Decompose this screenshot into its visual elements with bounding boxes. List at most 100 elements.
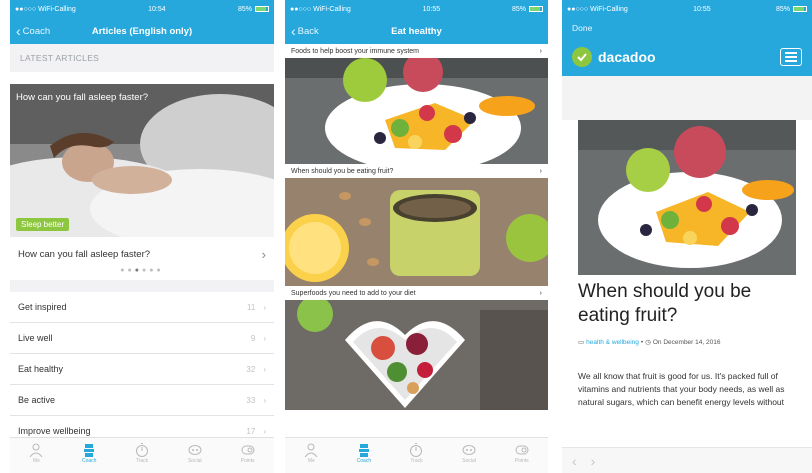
page-title: Eat healthy [391, 25, 442, 37]
coach-icon [358, 444, 369, 457]
battery-fill [529, 7, 541, 11]
article-hero-image [578, 120, 796, 275]
back-label: Back [297, 25, 319, 37]
points-icon [241, 445, 255, 455]
brand-name: dacadoo [598, 49, 656, 65]
tab-label: Track [135, 458, 149, 464]
eat-healthy-screen: ●●○○○ WiFi-Calling 10:55 85% ‹ Back Eat h… [285, 0, 548, 473]
category-label: Be active [18, 395, 56, 405]
category-row[interactable]: Eat healthy 32 › [10, 354, 274, 385]
folder-icon: ▭ [578, 339, 585, 346]
forward-arrow-icon[interactable]: › [591, 453, 596, 469]
article-body: We all know that fruit is good for us. I… [578, 371, 785, 407]
tab-points[interactable]: Points [502, 442, 542, 464]
carrier-label: ●●○○○ WiFi-Calling [290, 5, 351, 13]
check-icon [577, 53, 587, 62]
category-row[interactable]: Live well 9 › [10, 323, 274, 354]
category-label: Get inspired [18, 302, 67, 312]
clock: 10:55 [422, 5, 441, 13]
tab-label: Social [462, 458, 476, 464]
hamburger-menu-icon[interactable] [780, 48, 802, 66]
battery-fill [255, 7, 267, 11]
tab-bar: Me Coach Track Social Points [10, 437, 274, 473]
divider [10, 280, 274, 292]
chevron-right-icon: › [263, 333, 266, 343]
article-title-row: When should you be eating fruit? › [285, 164, 548, 178]
tab-track[interactable]: Track [122, 442, 162, 464]
article-item[interactable]: Foods to help boost your immune system › [285, 44, 548, 164]
category-count: 17 [246, 426, 256, 436]
brand-logo[interactable]: dacadoo [572, 47, 656, 67]
tab-track[interactable]: Track [396, 442, 436, 464]
person-icon [29, 443, 43, 458]
done-button[interactable]: Done [562, 18, 812, 38]
nav-bar: ‹ Coach Articles (English only) [10, 18, 274, 44]
tab-social[interactable]: Social [175, 442, 215, 464]
article-item[interactable]: When should you be eating fruit? › [285, 164, 548, 286]
battery-percent: 85% [511, 5, 526, 13]
tab-label: Points [240, 458, 255, 464]
checkmark-heart-icon [572, 47, 592, 67]
article-meta: ▭ health & wellbeing • ◷ On December 14,… [578, 338, 721, 347]
chevron-right-icon: › [261, 246, 266, 262]
category-link[interactable]: health & wellbeing [586, 339, 639, 346]
section-label: LATEST ARTICLES [10, 44, 274, 72]
category-count: 11 [247, 302, 256, 312]
carousel-dots[interactable]: ●●●●●● [10, 267, 274, 274]
browser-toolbar: ‹ › [562, 447, 812, 473]
article-item[interactable]: Superfoods you need to add to your diet … [285, 286, 548, 410]
tab-coach[interactable]: Coach [69, 442, 109, 464]
back-button[interactable]: ‹ Coach [16, 24, 50, 38]
battery-fill [793, 7, 805, 11]
article-title: When should you be eating fruit? [578, 281, 752, 326]
category-list: Get inspired 11 › Live well 9 › Eat health… [10, 292, 274, 447]
fruit-plate-image [578, 120, 796, 275]
social-icon [188, 445, 202, 455]
tab-coach[interactable]: Coach [344, 442, 384, 464]
tab-label: Social [187, 458, 202, 464]
category-row[interactable]: Be active 33 › [10, 385, 274, 416]
chevron-right-icon: › [263, 364, 266, 374]
heart-bowl-image [285, 300, 548, 410]
tab-points[interactable]: Points [228, 442, 268, 464]
category-label: Improve wellbeing [18, 426, 91, 436]
status-bar: ●●○○○ WiFi-Calling 10:55 85% [562, 0, 812, 18]
chevron-right-icon: › [263, 302, 266, 312]
social-icon [462, 445, 476, 455]
category-row[interactable]: Get inspired 11 › [10, 292, 274, 323]
clock: 10:55 [693, 5, 711, 13]
category-count: 33 [246, 395, 256, 405]
featured-article-card[interactable]: How can you fall asleep faster? Sleep be… [10, 84, 274, 237]
tab-me[interactable]: Me [291, 442, 331, 464]
chevron-right-icon: › [539, 167, 542, 175]
article-content: When should you be eating fruit? ▭ healt… [562, 120, 812, 473]
carrier-label: ●●○○○ WiFi-Calling [15, 5, 76, 13]
tab-social[interactable]: Social [449, 442, 489, 464]
tab-bar: Me Coach Track Social Points [285, 437, 548, 473]
tab-label: Me [32, 458, 40, 464]
clock-icon: ◷ [645, 339, 651, 346]
tab-label: Coach [356, 458, 372, 464]
category-count: 32 [246, 364, 256, 374]
featured-article-link[interactable]: How can you fall asleep faster? › [10, 239, 274, 269]
battery-icon [528, 6, 543, 12]
points-icon [515, 445, 529, 455]
status-bar: ●●○○○ WiFi-Calling 10:54 85% [10, 0, 274, 18]
sleeping-woman-image [10, 84, 274, 237]
back-arrow-icon[interactable]: ‹ [572, 453, 577, 469]
tab-me[interactable]: Me [16, 442, 56, 464]
nav-bar: ‹ Back Eat healthy [285, 18, 548, 44]
article-title: Foods to help boost your immune system [291, 47, 420, 55]
publish-date: On December 14, 2016 [652, 338, 721, 346]
clock: 10:54 [148, 5, 166, 13]
back-button[interactable]: ‹ Back [291, 24, 319, 38]
site-header: dacadoo [562, 38, 812, 76]
category-tag[interactable]: Sleep better [16, 218, 70, 231]
chevron-right-icon: › [539, 47, 542, 55]
chevron-right-icon: › [263, 426, 266, 436]
battery-icon [254, 6, 269, 12]
chevron-right-icon: › [539, 289, 542, 297]
coach-icon [84, 444, 95, 457]
article-title: When should you be eating fruit? [291, 167, 394, 175]
carrier-label: ●●○○○ WiFi-Calling [567, 5, 628, 13]
